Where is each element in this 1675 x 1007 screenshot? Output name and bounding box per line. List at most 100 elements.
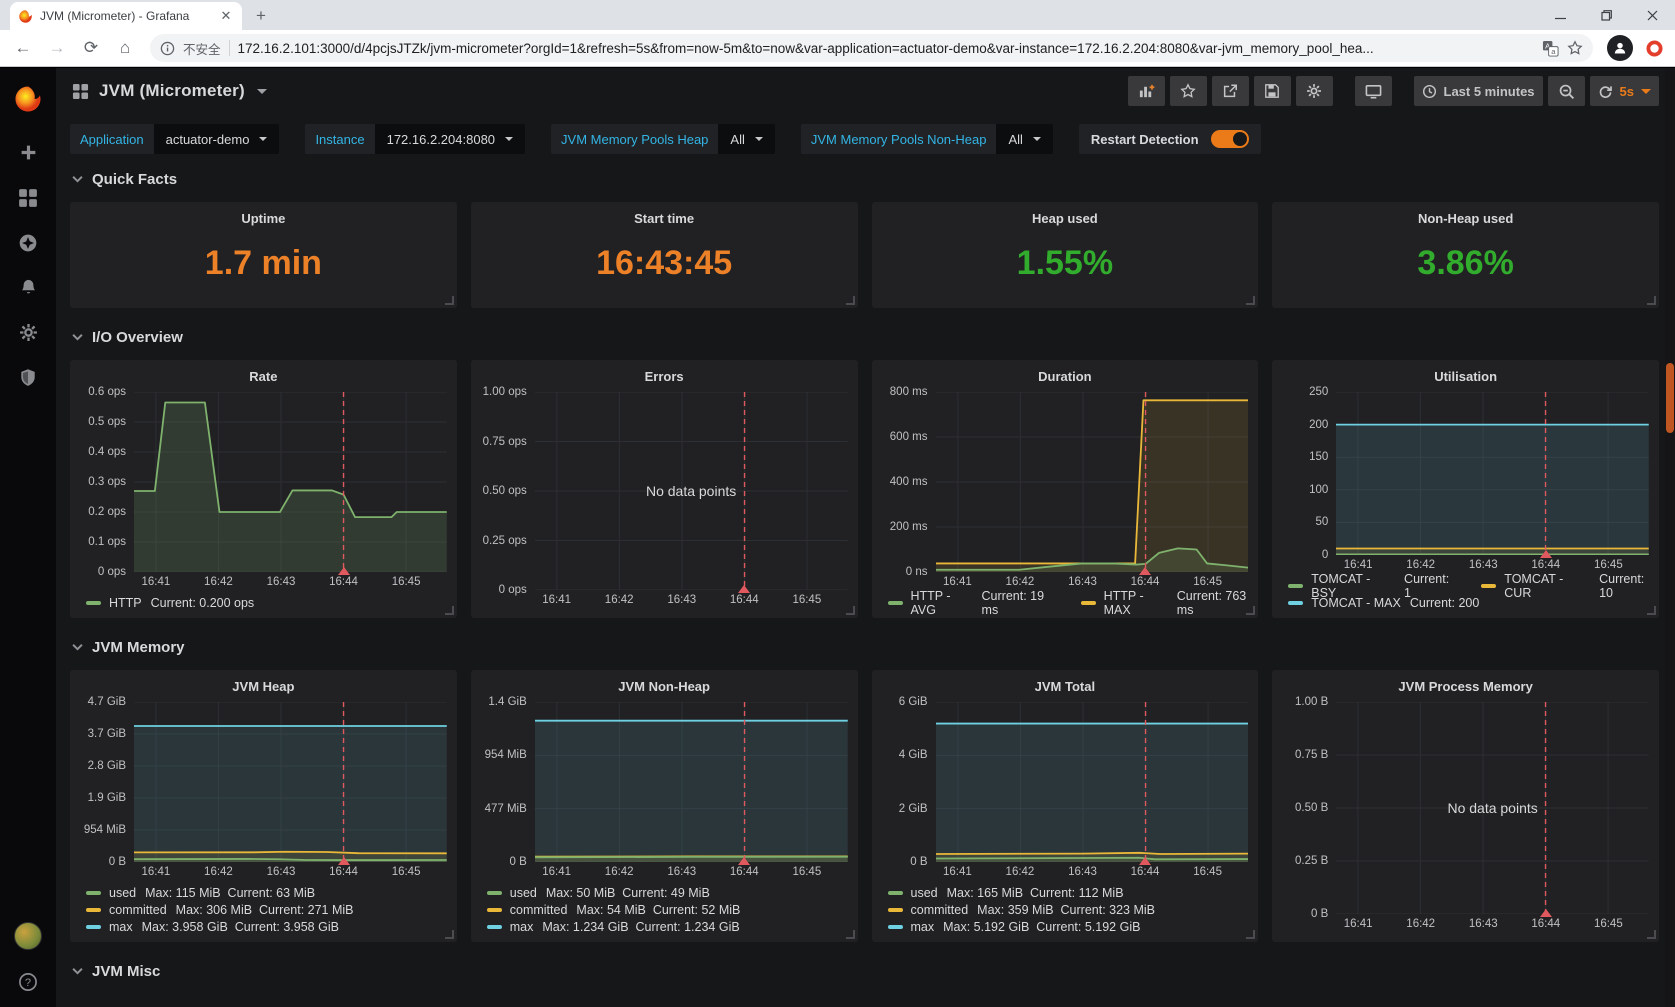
browser-profile-avatar[interactable] <box>1607 35 1633 61</box>
io-overview-row: Rate0 ops0.1 ops0.2 ops0.3 ops0.4 ops0.5… <box>70 360 1659 618</box>
variable-label: Instance <box>305 124 374 154</box>
dashboard-scroll-area[interactable]: Applicationactuator-demo Instance172.16.2… <box>56 114 1675 1007</box>
dashboard-settings-button[interactable] <box>1296 76 1333 106</box>
panel-title[interactable]: Errors <box>471 360 858 386</box>
new-tab-button[interactable]: + <box>248 3 274 29</box>
legend-item[interactable]: TOMCAT - CURCurrent: 10 <box>1481 572 1659 600</box>
legend-item[interactable]: TOMCAT - MAXCurrent: 200 <box>1288 596 1479 610</box>
server-admin-icon[interactable] <box>0 355 56 400</box>
reload-icon[interactable]: ⟳ <box>76 33 106 63</box>
x-axis: 16:4116:4216:4316:4416:45 <box>535 590 848 610</box>
panel-title[interactable]: Duration <box>872 360 1259 386</box>
plot-area[interactable] <box>1336 392 1649 555</box>
explore-icon[interactable] <box>0 220 56 265</box>
legend-item[interactable]: usedMax: 165 MiB Current: 112 MiB <box>888 886 1124 900</box>
plot-area[interactable] <box>134 392 447 572</box>
legend-item[interactable]: committedMax: 54 MiB Current: 52 MiB <box>487 903 741 917</box>
y-axis-tick: 400 ms <box>890 476 928 488</box>
plot-area[interactable] <box>936 702 1249 862</box>
legend-item[interactable]: maxMax: 1.234 GiB Current: 1.234 GiB <box>487 920 740 934</box>
legend-series-name: used <box>510 886 537 900</box>
share-dashboard-button[interactable] <box>1212 76 1249 106</box>
y-axis-tick: 150 <box>1309 451 1328 463</box>
back-icon[interactable]: ← <box>8 33 38 63</box>
save-dashboard-button[interactable] <box>1254 76 1291 106</box>
configuration-icon[interactable] <box>0 310 56 355</box>
browser-extension-icon[interactable] <box>1641 35 1667 61</box>
x-axis-tick: 16:45 <box>392 866 421 878</box>
variable-value-dropdown[interactable]: All <box>996 124 1052 154</box>
section-jvm-memory[interactable]: JVM Memory <box>72 632 1659 662</box>
panel-title[interactable]: Rate <box>70 360 457 386</box>
x-axis-tick: 16:41 <box>542 594 571 606</box>
legend-series-values: Max: 1.234 GiB Current: 1.234 GiB <box>542 920 739 934</box>
panel-title[interactable]: Heap used <box>872 202 1259 228</box>
dashboard-title-menu[interactable]: JVM (Micrometer) <box>72 81 267 101</box>
time-range-picker[interactable]: Last 5 minutes <box>1414 76 1543 106</box>
variable-label: JVM Memory Pools Heap <box>551 124 718 154</box>
legend-line: usedMax: 165 MiB Current: 112 MiB <box>888 884 1259 901</box>
zoom-out-time-button[interactable] <box>1548 76 1585 106</box>
panel-title[interactable]: Uptime <box>70 202 457 228</box>
help-icon[interactable]: ? <box>0 965 56 999</box>
panel-title[interactable]: Non-Heap used <box>1272 202 1659 228</box>
scrollbar-thumb[interactable] <box>1666 363 1674 433</box>
legend-series-values: Current: 19 ms <box>982 589 1057 617</box>
legend-item[interactable]: committedMax: 359 MiB Current: 323 MiB <box>888 903 1156 917</box>
restart-detection-toggle[interactable] <box>1211 130 1249 148</box>
variable-value-dropdown[interactable]: 172.16.2.204:8080 <box>375 124 525 154</box>
refresh-picker[interactable]: 5s <box>1590 76 1659 106</box>
panel-title[interactable]: JVM Heap <box>70 670 457 696</box>
legend-series-values: Current: 10 <box>1599 572 1659 600</box>
add-panel-button[interactable] <box>1128 76 1165 106</box>
dashboards-icon[interactable] <box>0 175 56 220</box>
home-icon[interactable]: ⌂ <box>110 33 140 63</box>
section-quick-facts[interactable]: Quick Facts <box>72 164 1659 194</box>
legend-item[interactable]: usedMax: 115 MiB Current: 63 MiB <box>86 886 315 900</box>
variable-value-dropdown[interactable]: All <box>718 124 774 154</box>
legend-item[interactable]: maxMax: 3.958 GiB Current: 3.958 GiB <box>86 920 339 934</box>
star-dashboard-button[interactable] <box>1170 76 1207 106</box>
section-jvm-misc[interactable]: JVM Misc <box>72 956 1659 986</box>
window-restore-button[interactable] <box>1583 0 1629 30</box>
legend-item[interactable]: usedMax: 50 MiB Current: 49 MiB <box>487 886 710 900</box>
window-minimize-button[interactable] <box>1537 0 1583 30</box>
plot-area[interactable] <box>535 702 848 862</box>
forward-icon[interactable]: → <box>42 33 72 63</box>
x-axis-tick: 16:42 <box>1406 559 1435 571</box>
legend-item[interactable]: maxMax: 5.192 GiB Current: 5.192 GiB <box>888 920 1141 934</box>
info-icon[interactable] <box>160 41 175 56</box>
plot-area[interactable]: No data points <box>1336 702 1649 914</box>
bookmark-star-icon[interactable] <box>1567 40 1583 56</box>
y-axis-tick: 0 B <box>509 856 526 868</box>
browser-tab[interactable]: JVM (Micrometer) - Grafana ✕ <box>10 2 242 30</box>
variable-jvm-memory-pools-non-heap: JVM Memory Pools Non-HeapAll <box>801 124 1053 154</box>
variable-value-dropdown[interactable]: actuator-demo <box>154 124 280 154</box>
legend-item[interactable]: HTTP - AVGCurrent: 19 ms <box>888 589 1057 617</box>
section-io-overview[interactable]: I/O Overview <box>72 322 1659 352</box>
panel-title[interactable]: Utilisation <box>1272 360 1659 386</box>
y-axis-tick: 0.3 ops <box>88 476 126 488</box>
x-axis-tick: 16:43 <box>1068 866 1097 878</box>
legend-item[interactable]: HTTP - MAXCurrent: 763 ms <box>1081 589 1259 617</box>
window-close-button[interactable] <box>1629 0 1675 30</box>
user-avatar[interactable] <box>0 919 56 953</box>
translate-icon[interactable]: Aa <box>1542 40 1559 57</box>
alerting-icon[interactable] <box>0 265 56 310</box>
panel-title[interactable]: JVM Total <box>872 670 1259 696</box>
plot-area[interactable] <box>936 392 1249 572</box>
y-axis-tick: 0.2 ops <box>88 506 126 518</box>
create-icon[interactable] <box>0 130 56 175</box>
legend-item[interactable]: committedMax: 306 MiB Current: 271 MiB <box>86 903 354 917</box>
plot-area[interactable] <box>134 702 447 862</box>
variable-label: Application <box>70 124 154 154</box>
address-bar[interactable]: 不安全 172.16.2.101:3000/d/4pcjsJTZk/jvm-mi… <box>150 34 1593 62</box>
panel-title[interactable]: JVM Process Memory <box>1272 670 1659 696</box>
grafana-logo-icon[interactable] <box>0 68 56 130</box>
tab-close-icon[interactable]: ✕ <box>218 8 234 24</box>
cycle-view-mode-button[interactable] <box>1355 76 1392 106</box>
legend-item[interactable]: HTTPCurrent: 0.200 ops <box>86 596 254 610</box>
plot-area[interactable]: No data points <box>535 392 848 590</box>
panel-title[interactable]: Start time <box>471 202 858 228</box>
panel-title[interactable]: JVM Non-Heap <box>471 670 858 696</box>
